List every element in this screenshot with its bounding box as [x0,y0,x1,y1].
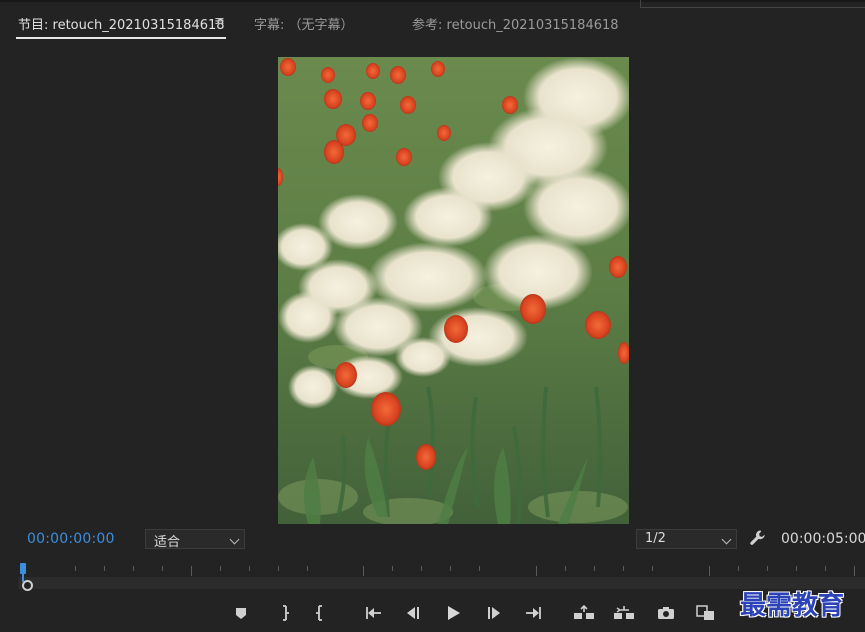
ruler-tick [623,566,624,571]
step-forward-icon[interactable] [483,602,505,624]
go-to-out-icon[interactable] [523,602,545,624]
timeline-ruler[interactable] [18,560,865,590]
comparison-view-icon[interactable] [695,602,717,624]
ruler-tick-major [854,566,855,576]
ruler-tick [479,566,480,571]
ruler-tick [767,566,768,571]
chevron-down-icon [229,534,240,545]
ruler-tick [307,566,308,571]
extract-icon[interactable] [613,602,635,624]
watermark-logo: 最需教育 [740,591,845,621]
tab-captions[interactable]: 字幕: （无字幕） [254,14,354,33]
play-icon[interactable] [442,602,464,624]
mark-out-icon[interactable] [310,602,332,624]
tab-reference[interactable]: 参考: retouch_20210315184618 [412,14,619,33]
playback-resolution-select[interactable]: 1/2 [636,529,737,549]
step-back-icon[interactable] [402,602,424,624]
chevron-down-icon [721,534,732,545]
mark-in-icon[interactable] [273,602,295,624]
ruler-tick [249,566,250,571]
ruler-tick [75,566,76,571]
ruler-tick [133,566,134,571]
add-marker-icon[interactable] [230,602,252,624]
ruler-tick [392,566,393,571]
flower-field-image [278,57,629,524]
playback-resolution-value: 1/2 [645,531,666,546]
panel-menu-icon[interactable]: ≡ [214,14,225,29]
zoom-level-value: 适合 [154,535,181,550]
active-tab-underline [16,37,226,39]
ruler-tick-major [191,566,192,576]
ruler-tick [652,566,653,571]
ruler-tick [450,566,451,571]
ruler-tick [738,566,739,571]
tab-program[interactable]: 节目: retouch_20210315184618 [18,14,225,33]
ruler-tick [162,566,163,571]
ruler-tick [565,566,566,571]
lift-icon[interactable] [573,602,595,624]
ruler-tick-major [709,566,710,576]
zoom-scroll-handle[interactable] [22,580,33,591]
ruler-tick [278,566,279,571]
ruler-tick [421,566,422,571]
ruler-tick [825,566,826,571]
ruler-tick [594,566,595,571]
ruler-tick-major [536,566,537,576]
ruler-tick-major [363,566,364,576]
ruler-tick [796,566,797,571]
ruler-tick [104,566,105,571]
program-monitor-panel: 节目: retouch_20210315184618 ≡ 字幕: （无字幕） 参… [0,0,865,632]
go-to-in-icon[interactable] [362,602,384,624]
ruler-tick [220,566,221,571]
export-frame-icon[interactable] [655,602,677,624]
zoom-level-select[interactable]: 适合 [145,529,245,550]
panel-tabs: 节目: retouch_20210315184618 ≡ 字幕: （无字幕） 参… [0,0,865,46]
ruler-track[interactable] [18,577,865,589]
duration-timecode: 00:00:05:00 [781,531,865,547]
current-timecode[interactable]: 00:00:00:00 [27,531,115,547]
settings-wrench-icon[interactable] [749,529,767,547]
video-preview[interactable] [278,57,629,524]
